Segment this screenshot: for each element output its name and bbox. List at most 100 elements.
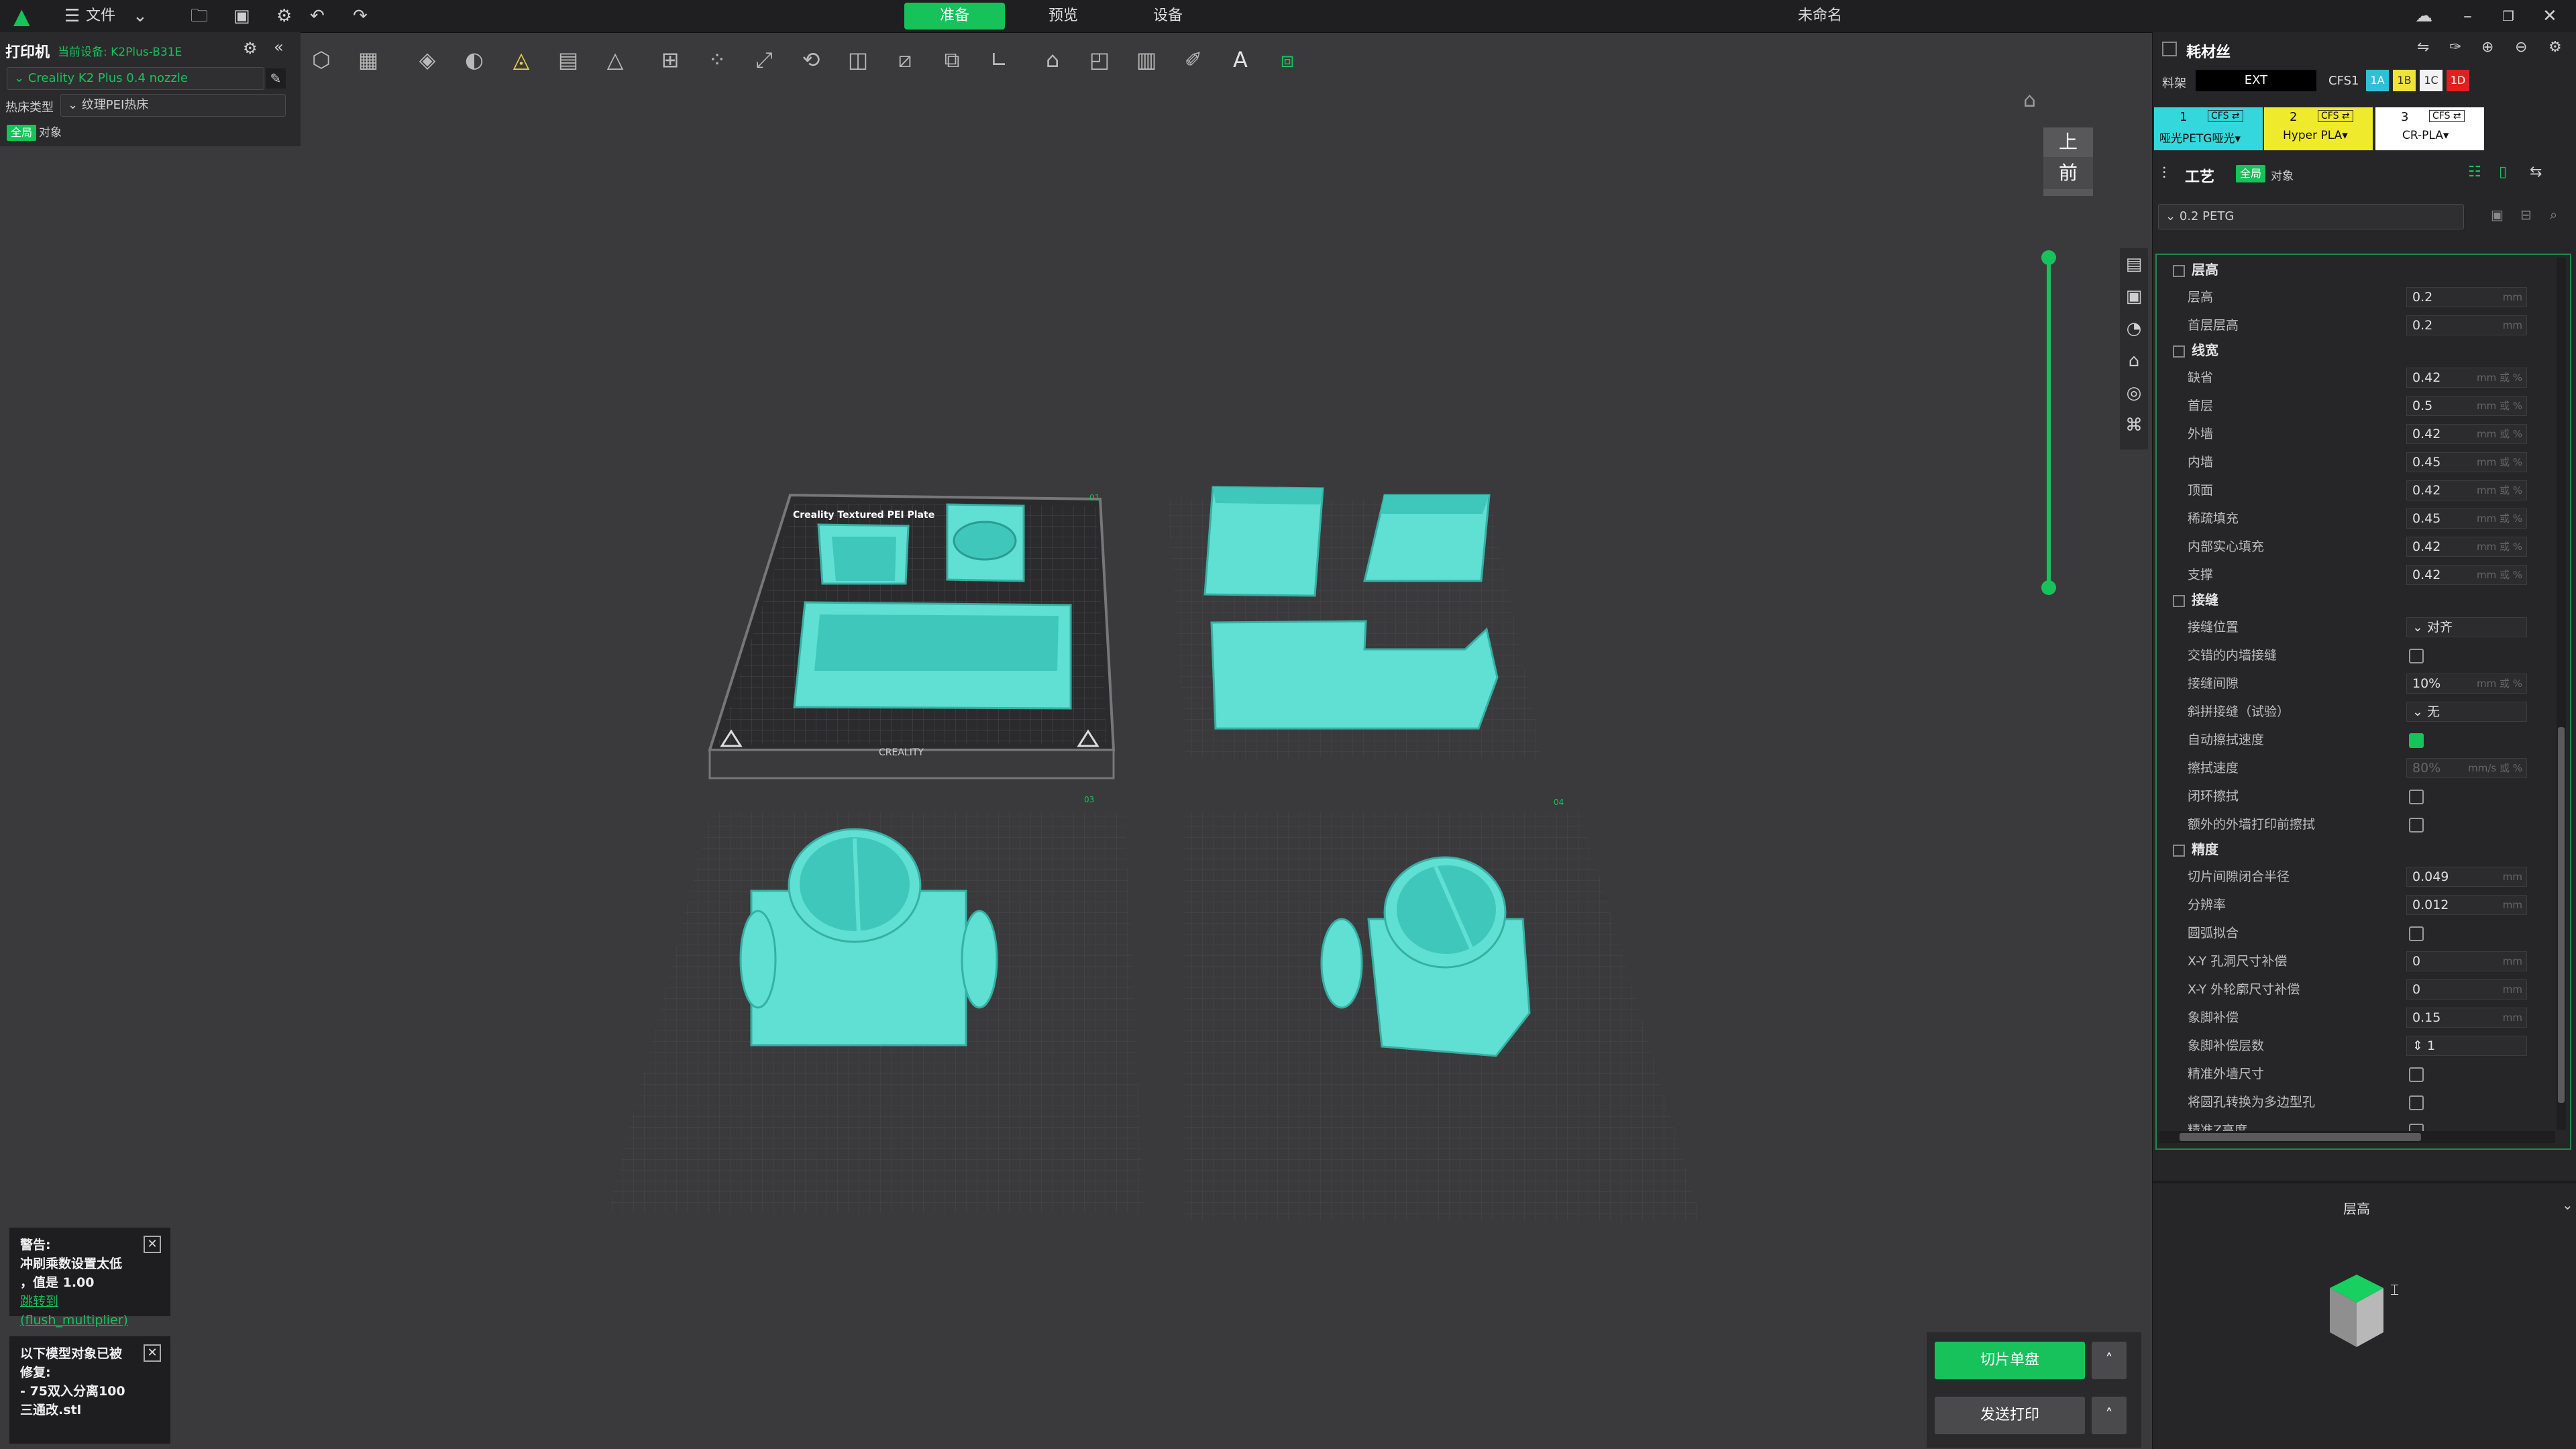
send-print-button[interactable]: 发送打印 bbox=[1935, 1397, 2085, 1434]
filament-settings-icon[interactable]: ⚙ bbox=[2548, 39, 2562, 56]
home-view-icon[interactable]: ⌂ bbox=[2023, 89, 2036, 112]
first-width-input[interactable]: 0.5 mm 或 % bbox=[2406, 396, 2527, 416]
brim-ear-icon[interactable]: ▥ bbox=[1127, 38, 1166, 82]
material-card-1[interactable]: 1 CFS ⇄ 哑光PETG哑光▾ bbox=[2154, 107, 2263, 150]
layer-list-icon[interactable]: ▤ bbox=[2120, 248, 2148, 280]
fuzzy-skin-icon[interactable]: ◰ bbox=[1080, 38, 1119, 82]
layer-slider[interactable] bbox=[2041, 250, 2056, 595]
material-card-3[interactable]: 3 CFS ⇄ CR-PLA▾ bbox=[2375, 107, 2484, 150]
cloud-upload-icon[interactable]: ☁ bbox=[2415, 0, 2432, 32]
plate-image-icon[interactable]: ⧈ bbox=[1268, 38, 1307, 82]
auto-wipe-checkbox[interactable] bbox=[2409, 733, 2424, 748]
wipe-speed-input[interactable]: 80% mm/s 或 % bbox=[2406, 758, 2527, 778]
staggered-seam-checkbox[interactable] bbox=[2409, 649, 2424, 663]
arc-fit-checkbox[interactable] bbox=[2409, 926, 2424, 941]
global-tag[interactable]: 全局 bbox=[7, 125, 37, 141]
inner-width-input[interactable]: 0.45 mm 或 % bbox=[2406, 452, 2527, 472]
open-folder-icon[interactable]: 🗀 bbox=[191, 0, 208, 32]
slot-1a[interactable]: 1A bbox=[2366, 70, 2389, 91]
others-icon[interactable]: ⌘ bbox=[2120, 409, 2148, 441]
slot-1c[interactable]: 1C bbox=[2420, 70, 2443, 91]
add-plate-icon[interactable]: ▦ bbox=[349, 38, 388, 82]
tab-preview[interactable]: 预览 bbox=[1013, 3, 1114, 30]
layer-panel-chevron-icon[interactable]: ⌄ bbox=[2562, 1197, 2573, 1213]
layer-height-input[interactable]: 0.2 mm bbox=[2406, 287, 2527, 307]
orient-icon[interactable]: ◈ bbox=[408, 38, 447, 82]
auto-orient-icon[interactable]: ◬ bbox=[502, 38, 541, 82]
preset-compare-icon[interactable]: ⊟ bbox=[2520, 207, 2532, 223]
extra-wipe-checkbox[interactable] bbox=[2409, 818, 2424, 833]
tab-prepare[interactable]: 准备 bbox=[904, 3, 1005, 30]
restore-icon[interactable]: ❐ bbox=[2502, 0, 2514, 32]
3d-viewport[interactable]: Creality Textured PEI Plate CREALITY 01 … bbox=[301, 87, 2152, 1449]
send-options-button[interactable]: ˄ bbox=[2092, 1397, 2127, 1434]
multimaterial-icon[interactable]: ◎ bbox=[2120, 377, 2148, 409]
material-card-2[interactable]: 2 CFS ⇄ Hyper PLA▾ bbox=[2264, 107, 2373, 150]
split-icon[interactable]: ▤ bbox=[549, 38, 588, 82]
ext-slot[interactable]: EXT bbox=[2196, 70, 2316, 91]
preset-search-icon[interactable]: ⌕ bbox=[2550, 207, 2557, 223]
menu-icon[interactable]: ☰ bbox=[64, 0, 80, 32]
seam-paint-icon[interactable]: ⌂ bbox=[1033, 38, 1072, 82]
slot-1b[interactable]: 1B bbox=[2393, 70, 2416, 91]
solid-width-input[interactable]: 0.42 mm 或 % bbox=[2406, 537, 2527, 557]
outer-width-input[interactable]: 0.42 mm 或 % bbox=[2406, 424, 2527, 444]
list-view-icon[interactable]: ☷ bbox=[2468, 164, 2481, 180]
measure-icon[interactable]: ∟ bbox=[979, 38, 1018, 82]
printer-settings-icon[interactable]: ⚙ bbox=[243, 39, 258, 58]
color-paint-icon[interactable]: ✐ bbox=[1174, 38, 1213, 82]
dots-arrange-icon[interactable]: ⁘ bbox=[698, 38, 737, 82]
horizontal-scrollbar[interactable] bbox=[2159, 1131, 2555, 1143]
filament-add-icon[interactable]: ⊕ bbox=[2481, 39, 2493, 56]
model-box-small[interactable] bbox=[817, 523, 910, 585]
model-box-short[interactable] bbox=[1363, 494, 1491, 582]
text-emboss-icon[interactable]: A bbox=[1221, 38, 1260, 82]
sync-process-icon[interactable]: ⇆ bbox=[2530, 164, 2542, 180]
file-menu[interactable]: 文件 bbox=[86, 0, 115, 32]
view-top-label[interactable]: 上 bbox=[2043, 127, 2093, 157]
compare-icon[interactable]: ▯ bbox=[2499, 164, 2507, 180]
slot-1d[interactable]: 1D bbox=[2447, 70, 2469, 91]
speed-icon[interactable]: ◔ bbox=[2120, 313, 2148, 345]
vertical-scrollbar[interactable] bbox=[2557, 258, 2566, 1130]
view-cube[interactable]: 上 前 bbox=[2043, 127, 2093, 196]
model-tray-large[interactable] bbox=[793, 601, 1072, 710]
filament-sync-icon[interactable]: ⇋ bbox=[2417, 39, 2429, 56]
app-logo-icon[interactable]: ▲ bbox=[13, 0, 30, 32]
process-global-tag[interactable]: 全局 bbox=[2236, 165, 2266, 182]
grid-arrange-icon[interactable]: ⊞ bbox=[651, 38, 690, 82]
close-repair-icon[interactable]: ✕ bbox=[144, 1344, 161, 1362]
loop-wipe-checkbox[interactable] bbox=[2409, 790, 2424, 804]
slice-plate-button[interactable]: 切片单盘 bbox=[1935, 1342, 2085, 1379]
default-width-input[interactable]: 0.42 mm 或 % bbox=[2406, 368, 2527, 388]
xy-hole-input[interactable]: 0 mm bbox=[2406, 951, 2527, 971]
flush-multiplier-link[interactable]: 跳转到 (flush_multiplier) bbox=[20, 1292, 160, 1330]
add-cube-icon[interactable]: ⬡ bbox=[302, 38, 341, 82]
preset-save-icon[interactable]: ▣ bbox=[2491, 207, 2504, 223]
support-width-input[interactable]: 0.42 mm 或 % bbox=[2406, 565, 2527, 585]
filament-brush-icon[interactable]: ✑ bbox=[2449, 39, 2461, 56]
bed-type-select[interactable]: ⌄ 纹理PEI热床 bbox=[60, 94, 286, 117]
close-warning-icon[interactable]: ✕ bbox=[144, 1236, 161, 1253]
collapse-icon[interactable]: « bbox=[274, 38, 284, 56]
support-paint-icon[interactable]: △ bbox=[596, 38, 635, 82]
edit-printer-icon[interactable]: ✎ bbox=[266, 68, 286, 89]
process-preset-select[interactable]: ⌄ 0.2 PETG bbox=[2158, 204, 2464, 229]
chevron-down-icon[interactable]: ⌄ bbox=[133, 0, 148, 32]
elephant-foot-input[interactable]: 0.15 mm bbox=[2406, 1008, 2527, 1028]
boolean-icon[interactable]: ⧉ bbox=[932, 38, 971, 82]
slice-options-button[interactable]: ˄ bbox=[2092, 1342, 2127, 1379]
undo-icon[interactable]: ↶ bbox=[310, 0, 325, 32]
hollow-icon[interactable]: ◫ bbox=[839, 38, 877, 82]
filament-remove-icon[interactable]: ⊖ bbox=[2515, 39, 2527, 56]
printer-select[interactable]: ⌄ Creality K2 Plus 0.4 nozzle bbox=[7, 67, 264, 90]
redo-icon[interactable]: ↷ bbox=[353, 0, 368, 32]
object-tab[interactable]: 对象 bbox=[39, 125, 62, 141]
view-front-label[interactable]: 前 bbox=[2043, 157, 2093, 189]
settings-gear-icon[interactable]: ⚙ bbox=[276, 0, 292, 32]
tab-device[interactable]: 设备 bbox=[1118, 3, 1218, 30]
precise-wall-checkbox[interactable] bbox=[2409, 1067, 2424, 1082]
model-box-tall[interactable] bbox=[1203, 486, 1324, 597]
strength-icon[interactable]: ▣ bbox=[2120, 280, 2148, 313]
slice-gap-input[interactable]: 0.049 mm bbox=[2406, 867, 2527, 887]
